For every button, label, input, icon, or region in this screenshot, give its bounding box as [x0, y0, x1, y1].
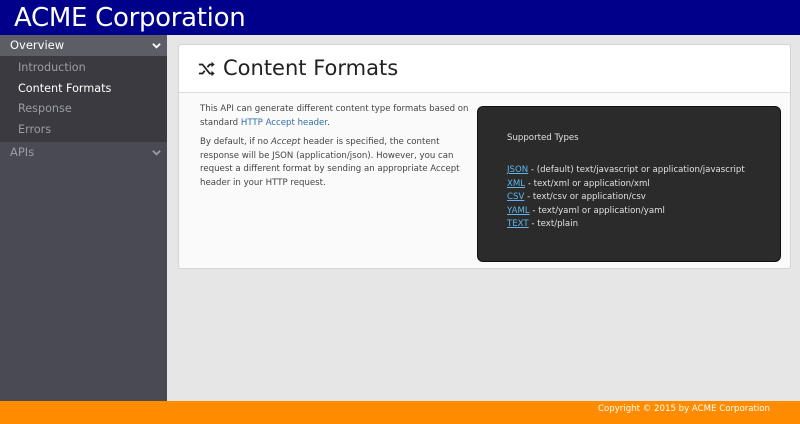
format-description: - text/plain	[528, 219, 579, 229]
type-row-xml: XML - text/xml or application/xml	[507, 178, 745, 192]
copyright-text: Copyright © 2015 by ACME Corporation	[598, 404, 770, 414]
content-card: Content Formats This API can generate di…	[178, 44, 791, 269]
http-accept-header-link[interactable]: HTTP Accept header	[241, 118, 327, 128]
type-row-yaml: YAML - text/yaml or application/yaml	[507, 205, 745, 219]
sidebar-submenu: Introduction Content Formats Response Er…	[0, 56, 167, 142]
chevron-down-icon	[152, 150, 161, 156]
sidebar-item-introduction[interactable]: Introduction	[0, 58, 167, 79]
paragraph-text: .	[327, 117, 330, 128]
accept-emphasis: Accept	[271, 137, 301, 147]
format-description: - (default) text/javascript or applicati…	[528, 165, 745, 175]
type-row-text: TEXT - text/plain	[507, 218, 745, 232]
format-description: - text/csv or application/csv	[524, 192, 646, 202]
page-title: Content Formats	[223, 56, 399, 80]
format-link-text[interactable]: TEXT	[507, 219, 529, 229]
sidebar: Overview Introduction Content Formats Re…	[0, 35, 167, 401]
type-row-json: JSON - (default) text/javascript or appl…	[507, 164, 745, 178]
sidebar-section-apis[interactable]: APIs	[0, 142, 167, 163]
format-description: - text/yaml or application/yaml	[529, 205, 665, 216]
paragraph-intro: This API can generate different content …	[200, 103, 474, 130]
supported-types-title: Supported Types	[507, 133, 579, 143]
format-link-yaml[interactable]: YAML	[507, 206, 530, 216]
brand-title[interactable]: ACME Corporation	[14, 2, 246, 34]
format-description: - text/xml or application/xml	[525, 178, 650, 189]
format-link-json[interactable]: JSON	[507, 165, 528, 175]
supported-types-list: JSON - (default) text/javascript or appl…	[507, 164, 745, 232]
sidebar-section-overview[interactable]: Overview	[0, 35, 167, 56]
card-header: Content Formats	[179, 45, 790, 93]
footer: Copyright © 2015 by ACME Corporation	[0, 401, 800, 424]
chevron-down-icon	[152, 43, 161, 49]
sidebar-section-label: APIs	[10, 145, 35, 159]
paragraph-text: By default, if no	[200, 137, 271, 147]
sidebar-item-errors[interactable]: Errors	[0, 120, 167, 141]
description-text: This API can generate different content …	[200, 103, 474, 196]
sidebar-item-content-formats[interactable]: Content Formats	[0, 79, 167, 100]
sidebar-item-response[interactable]: Response	[0, 99, 167, 120]
paragraph-default: By default, if no Accept header is speci…	[200, 136, 474, 190]
shuffle-icon	[198, 61, 215, 77]
sidebar-section-label: Overview	[10, 38, 65, 52]
main-content: Content Formats This API can generate di…	[167, 35, 800, 401]
format-link-xml[interactable]: XML	[507, 179, 525, 189]
type-row-csv: CSV - text/csv or application/csv	[507, 191, 745, 205]
supported-types-panel: Supported Types JSON - (default) text/ja…	[477, 106, 781, 262]
top-bar: ACME Corporation	[0, 0, 800, 35]
format-link-csv[interactable]: CSV	[507, 192, 524, 202]
